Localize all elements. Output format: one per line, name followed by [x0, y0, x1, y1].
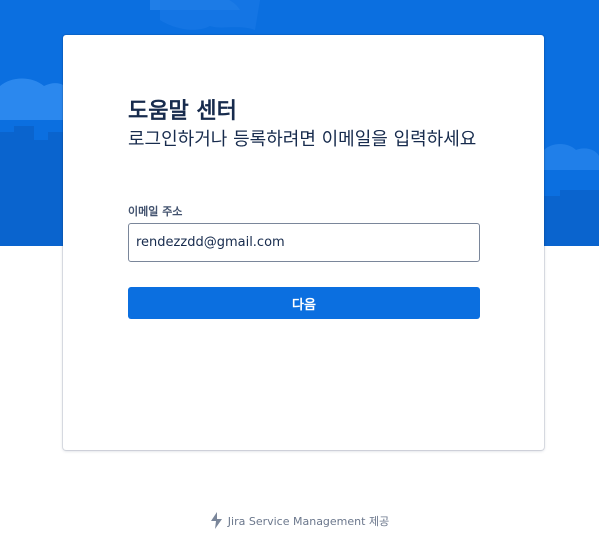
footer: Jira Service Management 제공 — [0, 512, 599, 529]
login-card: 도움말 센터 로그인하거나 등록하려면 이메일을 입력하세요 이메일 주소 다음 — [63, 35, 544, 450]
email-input[interactable] — [128, 223, 480, 262]
page-title: 도움말 센터 — [128, 99, 237, 124]
footer-text[interactable]: Jira Service Management 제공 — [228, 513, 389, 529]
next-button[interactable]: 다음 — [128, 287, 480, 319]
email-label: 이메일 주소 — [128, 205, 183, 218]
jira-bolt-icon — [210, 512, 222, 529]
page-subtitle: 로그인하거나 등록하려면 이메일을 입력하세요 — [128, 129, 477, 150]
